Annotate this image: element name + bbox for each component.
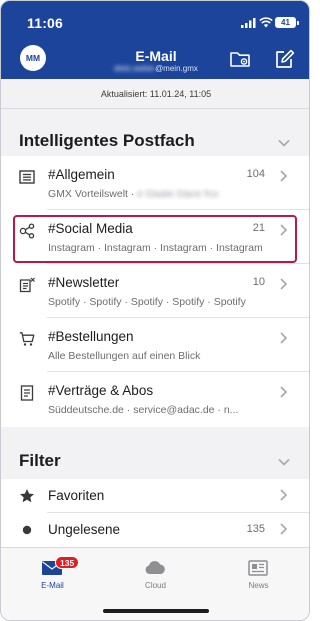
unread-badge: 135 bbox=[55, 556, 80, 569]
account-address: dietz.weber@mein.gmx bbox=[1, 64, 309, 73]
chevron-right-icon bbox=[280, 224, 288, 236]
chevron-right-icon bbox=[280, 523, 288, 535]
section-title-filter: Filter bbox=[19, 451, 61, 470]
subtitle-blurred: e Daate Dace fco bbox=[137, 188, 219, 200]
phone-screen: 11:06 41 MM E-Mail dietz.weber@mein.gmx bbox=[0, 0, 310, 621]
tab-label: Cloud bbox=[145, 581, 166, 590]
filter-list: Favoriten Ungelesene 135 bbox=[1, 479, 309, 547]
list-icon bbox=[19, 170, 35, 184]
tab-news[interactable]: News bbox=[207, 548, 309, 608]
list-item-title: #Allgemein bbox=[48, 167, 115, 182]
document-icon bbox=[20, 385, 34, 401]
folder-settings-icon[interactable] bbox=[229, 48, 251, 70]
unread-dot-icon bbox=[22, 525, 32, 535]
list-item-title: #Newsletter bbox=[48, 275, 120, 290]
newspaper-icon bbox=[248, 560, 268, 576]
list-item-title: #Bestellungen bbox=[48, 329, 134, 344]
list-item-social-media[interactable]: #Social Media 21 Instagram · Instagram ·… bbox=[1, 210, 309, 264]
filter-item-favoriten[interactable]: Favoriten bbox=[1, 479, 309, 513]
list-item-newsletter[interactable]: #Newsletter 10 Spotify · Spotify · Spoti… bbox=[1, 264, 309, 318]
star-icon bbox=[20, 489, 34, 503]
unread-count: 104 bbox=[246, 168, 265, 180]
chevron-down-icon[interactable] bbox=[277, 136, 291, 150]
app-header: 11:06 41 MM E-Mail dietz.weber@mein.gmx bbox=[1, 1, 309, 79]
tab-cloud[interactable]: Cloud bbox=[104, 548, 207, 608]
list-item-subtitle: Instagram · Instagram · Instagram · Inst… bbox=[48, 242, 263, 254]
status-time: 11:06 bbox=[27, 15, 64, 31]
list-item-subtitle: Alle Bestellungen auf einen Blick bbox=[48, 350, 201, 362]
status-bar: 11:06 41 bbox=[1, 1, 309, 37]
filter-count: 135 bbox=[246, 523, 265, 535]
chevron-right-icon bbox=[280, 278, 288, 290]
list-item-subtitle: Süddeutsche.de · service@adac.de · n... bbox=[48, 404, 239, 416]
compose-icon[interactable] bbox=[273, 48, 295, 70]
list-item-title: #Social Media bbox=[48, 221, 133, 236]
unread-count: 10 bbox=[252, 276, 265, 288]
filter-item-title: Ungelesene bbox=[48, 522, 121, 537]
smart-inbox-list: #Allgemein 104 GMX Vorteilswelt · e Daat… bbox=[1, 156, 309, 427]
chevron-right-icon bbox=[280, 332, 288, 344]
chevron-right-icon bbox=[280, 386, 288, 398]
chevron-right-icon bbox=[280, 170, 288, 182]
cloud-icon bbox=[145, 561, 165, 574]
tab-email[interactable]: 135 E-Mail bbox=[1, 548, 104, 608]
list-item-allgemein[interactable]: #Allgemein 104 GMX Vorteilswelt · e Daat… bbox=[1, 156, 309, 210]
filter-item-ungelesene[interactable]: Ungelesene 135 bbox=[1, 513, 309, 547]
wifi-icon bbox=[259, 17, 273, 28]
battery-icon: 41 bbox=[275, 17, 299, 28]
share-network-icon bbox=[19, 223, 35, 239]
chevron-right-icon bbox=[280, 489, 288, 501]
list-item-subtitle: GMX Vorteilswelt · e Daate Dace fco bbox=[48, 188, 268, 200]
newsletter-icon bbox=[19, 277, 35, 293]
unread-count: 21 bbox=[252, 222, 265, 234]
account-domain: @mein.gmx bbox=[155, 64, 198, 73]
home-indicator bbox=[103, 609, 209, 613]
tab-label: News bbox=[248, 581, 269, 590]
tab-label: E-Mail bbox=[41, 581, 64, 590]
subtitle-visible: GMX Vorteilswelt · bbox=[48, 188, 138, 200]
section-title-smart-inbox: Intelligentes Postfach bbox=[19, 131, 195, 150]
chevron-down-icon[interactable] bbox=[277, 455, 291, 469]
list-item-bestellungen[interactable]: #Bestellungen Alle Bestellungen auf eine… bbox=[1, 318, 309, 372]
shopping-cart-icon bbox=[19, 332, 35, 346]
page-title: E-Mail bbox=[135, 48, 177, 64]
cellular-signal-icon bbox=[241, 18, 256, 28]
list-item-title: #Verträge & Abos bbox=[48, 383, 154, 398]
filter-item-title: Favoriten bbox=[48, 488, 105, 503]
list-item-subtitle: Spotify · Spotify · Spotify · Spotify · … bbox=[48, 296, 246, 308]
last-updated: Aktualisiert: 11.01.24, 11:05 bbox=[1, 79, 309, 109]
account-name-blurred: dietz.weber bbox=[114, 64, 156, 73]
list-item-vertraege-abos[interactable]: #Verträge & Abos Süddeutsche.de · servic… bbox=[1, 372, 309, 426]
